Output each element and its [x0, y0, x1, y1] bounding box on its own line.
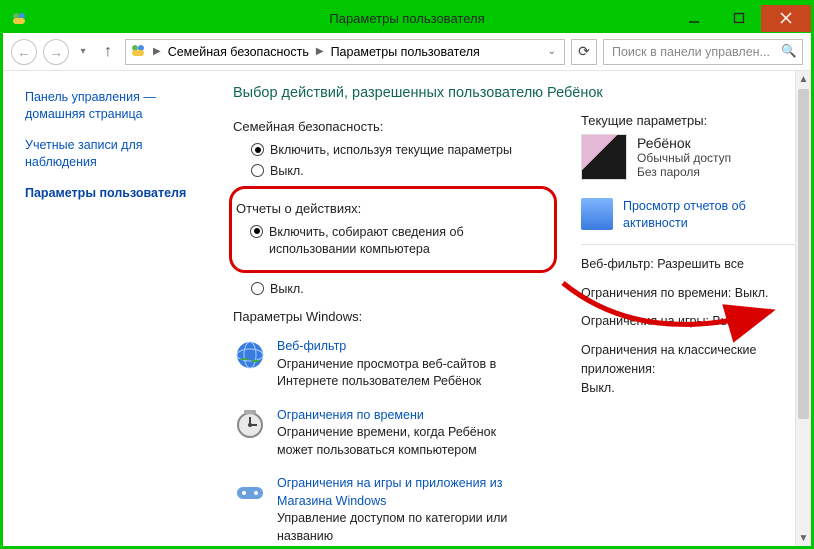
- section-windows-params: Параметры Windows:: [233, 309, 557, 324]
- radio-reports-off[interactable]: Выкл.: [233, 279, 557, 300]
- radio-icon: [251, 143, 264, 156]
- sidebar-item-accounts[interactable]: Учетные записи для наблюдения: [25, 137, 211, 171]
- status-game-limits: Ограничения на игры: Выкл.: [581, 312, 801, 331]
- window-title: Параметры пользователя: [329, 11, 484, 26]
- status-column: Текущие параметры: Ребёнок Обычный досту…: [581, 113, 801, 546]
- gamepad-icon: [233, 475, 267, 509]
- minimize-button[interactable]: [671, 5, 716, 32]
- scroll-up-icon[interactable]: ▲: [796, 71, 811, 87]
- report-icon: [581, 198, 613, 230]
- search-input[interactable]: [610, 44, 775, 60]
- scroll-down-icon[interactable]: ▼: [796, 530, 811, 546]
- sidebar: Панель управления — домашняя страница Уч…: [3, 71, 223, 546]
- breadcrumb-item[interactable]: Семейная безопасность: [168, 45, 309, 59]
- radio-icon: [251, 282, 264, 295]
- radio-icon: [251, 164, 264, 177]
- search-icon[interactable]: 🔍: [781, 44, 797, 59]
- globe-icon: [233, 338, 267, 372]
- link-game-restrictions[interactable]: Ограничения на игры и приложения из Мага…: [233, 467, 557, 546]
- scrollbar[interactable]: ▲ ▼: [795, 71, 811, 546]
- report-link-label: Просмотр отчетов об активности: [623, 198, 801, 232]
- item-title: Ограничения по времени: [277, 408, 424, 422]
- radio-label: Включить, используя текущие параметры: [270, 142, 512, 159]
- section-current-params: Текущие параметры:: [581, 113, 801, 128]
- section-family-safety: Семейная безопасность:: [233, 119, 557, 134]
- radio-label: Включить, собирают сведения об использов…: [269, 224, 544, 258]
- link-web-filter[interactable]: Веб-фильтр Ограничение просмотра веб-сай…: [233, 330, 557, 399]
- scroll-thumb[interactable]: [798, 89, 809, 419]
- breadcrumb-item[interactable]: Параметры пользователя: [331, 45, 480, 59]
- toolbar: ← → ▾ ↑ ▶ Семейная безопасность ▶ Параме…: [3, 33, 811, 71]
- item-desc: Ограничение времени, когда Ребёнок может…: [277, 425, 496, 457]
- chevron-down-icon[interactable]: ⌄: [544, 46, 560, 57]
- item-desc: Ограничение просмотра веб-сайтов в Интер…: [277, 357, 496, 389]
- radio-reports-on[interactable]: Включить, собирают сведения об использов…: [232, 222, 544, 260]
- item-desc: Управление доступом по категории или наз…: [277, 511, 507, 543]
- item-title: Веб-фильтр: [277, 339, 346, 353]
- search-box[interactable]: 🔍: [603, 39, 803, 65]
- close-button[interactable]: [761, 5, 811, 32]
- chevron-right-icon: ▶: [153, 46, 161, 57]
- refresh-button[interactable]: ⟳: [571, 39, 597, 65]
- body: Панель управления — домашняя страница Уч…: [3, 71, 811, 546]
- link-time-limits[interactable]: Ограничения по времени Ограничение време…: [233, 399, 557, 468]
- sidebar-item-user-params[interactable]: Параметры пользователя: [25, 185, 211, 202]
- highlight-callout: Отчеты о действиях: Включить, собирают с…: [229, 186, 557, 273]
- chevron-right-icon: ▶: [316, 46, 324, 57]
- window: Параметры пользователя ← → ▾ ↑ ▶ Семейна…: [0, 0, 814, 549]
- settings-column: Семейная безопасность: Включить, использ…: [233, 113, 557, 546]
- avatar: [581, 134, 627, 180]
- sidebar-item-home[interactable]: Панель управления — домашняя страница: [25, 89, 211, 123]
- main-panel: Выбор действий, разрешенных пользователю…: [223, 71, 811, 546]
- clock-icon: [233, 407, 267, 441]
- titlebar: Параметры пользователя: [3, 3, 811, 33]
- radio-label: Выкл.: [270, 163, 304, 180]
- link-activity-reports[interactable]: Просмотр отчетов об активности: [581, 198, 801, 245]
- window-buttons: [671, 5, 811, 32]
- section-activity-reports: Отчеты о действиях:: [236, 201, 544, 216]
- user-summary: Ребёнок Обычный доступ Без пароля: [581, 134, 801, 180]
- status-web-filter: Веб-фильтр: Разрешить все: [581, 255, 801, 274]
- user-name: Ребёнок: [637, 135, 731, 151]
- radio-safety-off[interactable]: Выкл.: [233, 161, 557, 182]
- item-title: Ограничения на игры и приложения из Мага…: [277, 476, 503, 508]
- user-type: Обычный доступ: [637, 151, 731, 165]
- forward-button[interactable]: →: [43, 39, 69, 65]
- maximize-button[interactable]: [716, 5, 761, 32]
- page-title: Выбор действий, разрешенных пользователю…: [233, 85, 801, 101]
- radio-label: Выкл.: [270, 281, 304, 298]
- breadcrumb[interactable]: ▶ Семейная безопасность ▶ Параметры поль…: [125, 39, 565, 65]
- history-dropdown[interactable]: ▾: [75, 39, 91, 65]
- radio-icon: [250, 225, 263, 238]
- up-button[interactable]: ↑: [97, 41, 119, 63]
- family-safety-icon: [11, 10, 27, 26]
- radio-safety-on[interactable]: Включить, используя текущие параметры: [233, 140, 557, 161]
- status-app-limits: Ограничения на классические приложения: …: [581, 341, 801, 397]
- status-time-limits: Ограничения по времени: Выкл.: [581, 284, 801, 303]
- family-safety-icon: [130, 42, 146, 61]
- back-button[interactable]: ←: [11, 39, 37, 65]
- user-password-status: Без пароля: [637, 165, 731, 179]
